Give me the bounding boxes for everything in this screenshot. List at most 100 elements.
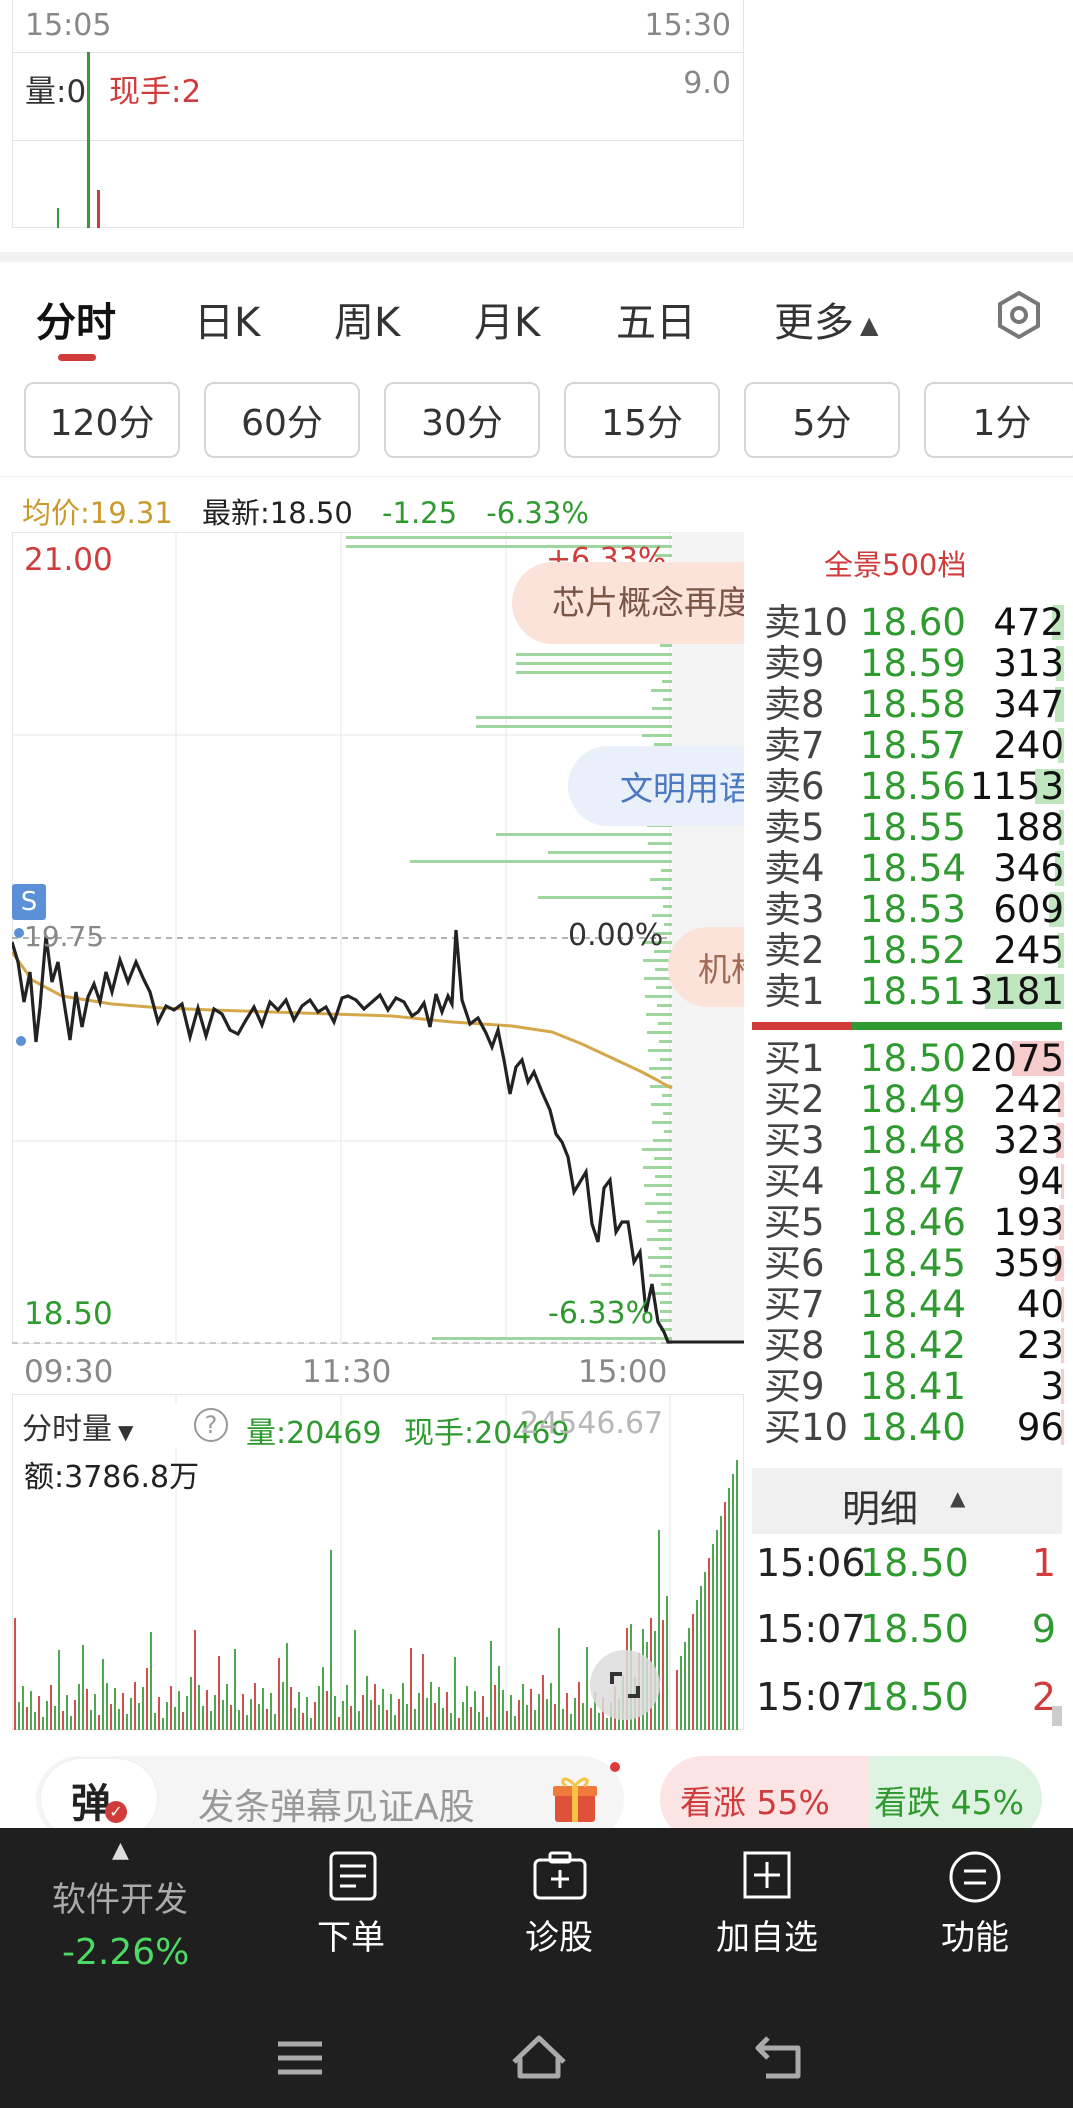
intraday-chart[interactable]: 21.00 18.50 +6.33% 0.00% -6.33% 19.75 S … [12,532,744,1344]
volume-profile-bar [659,1247,672,1250]
marker-dot [14,928,24,938]
ask-level-row[interactable]: 卖10 18.60 472 [764,602,1064,643]
bid-level-row[interactable]: 买6 18.45 359 [764,1243,1064,1284]
detail-scrollbar[interactable] [1052,1706,1062,1726]
bid-level-row[interactable]: 买8 18.42 23 [764,1325,1064,1366]
danmu-placeholder[interactable]: 发条弹幕见证A股 [198,1778,475,1830]
help-icon[interactable]: ? [194,1408,228,1442]
home-icon[interactable] [510,2032,568,2080]
sector-change: -2.26% [62,1932,190,1973]
price-change: -1.25 [382,496,458,530]
volume-bar [486,1717,488,1730]
back-icon[interactable] [754,2034,804,2080]
add-watchlist-button[interactable]: 加自选 [702,1846,832,1966]
function-label: 功能 [941,1918,1009,1958]
ask-level-row[interactable]: 卖9 18.59 313 [764,643,1064,684]
volume-profile-bar [648,1256,672,1259]
bid-level-row[interactable]: 买5 18.46 193 [764,1202,1064,1243]
bid-level-row[interactable]: 买2 18.49 242 [764,1079,1064,1120]
bid-level-row[interactable]: 买10 18.40 96 [764,1407,1064,1448]
volume-bar [66,1695,68,1730]
function-button[interactable]: 功能 [910,1846,1040,1966]
base-price-label: 19.75 [24,920,105,953]
volume-bar [98,1715,100,1730]
interval-120min[interactable]: 120分 [24,382,180,458]
tab-daily-k[interactable]: 日K [194,290,260,348]
bid-level-row[interactable]: 买4 18.47 94 [764,1161,1064,1202]
bid-level-row[interactable]: 买1 18.50 2075 [764,1038,1064,1079]
ask-level-row[interactable]: 卖2 18.52 245 [764,930,1064,971]
ask-level-row[interactable]: 卖7 18.57 240 [764,725,1064,766]
bid-level-volume: 2075 [969,1037,1064,1080]
bid-level-row[interactable]: 买9 18.41 3 [764,1366,1064,1407]
interval-5min[interactable]: 5分 [744,382,900,458]
ask-level-row[interactable]: 卖5 18.55 188 [764,807,1064,848]
order-book-title[interactable]: 全景500档 [824,542,966,584]
volume-indicator-select[interactable]: 分时量 ▼ [22,1404,190,1448]
news-bubble-institution[interactable]: 机构 [668,927,744,1007]
bid-level-volume: 40 [1016,1283,1064,1326]
volume-bar [406,1704,408,1730]
volume-bar [700,1586,702,1730]
interval-30min[interactable]: 30分 [384,382,540,458]
news-bubble-civil[interactable]: 文明用语 [568,746,744,826]
tab-weekly-k[interactable]: 周K [334,290,400,348]
volume-bar [266,1709,268,1730]
recent-apps-icon[interactable] [276,2038,324,2078]
tab-monthly-k[interactable]: 月K [474,290,540,348]
sector-name[interactable]: 软件开发 [52,1872,188,1921]
news-bubble-chip[interactable]: 芯片概念再度 [512,562,744,644]
ask-level-label: 卖1 [764,970,825,1013]
volume-indicator-label: 分时量 [22,1412,112,1447]
interval-15min[interactable]: 15分 [564,382,720,458]
ask-level-row[interactable]: 卖1 18.51 3181 [764,971,1064,1012]
detail-header[interactable]: 明细 ▲ [752,1468,1062,1534]
volume-profile-bar [642,734,672,737]
fullscreen-icon[interactable] [590,1650,660,1720]
volume-profile-bar [656,986,672,989]
gift-icon[interactable] [552,1774,598,1824]
volume-bar [50,1685,52,1730]
volume-bar [294,1708,296,1730]
ask-level-label: 卖10 [764,601,849,644]
volume-profile-bar [650,878,672,881]
volume-panel[interactable]: 分时量 ▼ ? 量:20469 现手:20469 24546.67 额:3786.… [12,1394,744,1730]
volume-bar [230,1705,232,1730]
interval-1min[interactable]: 1分 [924,382,1073,458]
ask-level-label: 卖9 [764,642,825,685]
volume-profile-bar [476,716,672,719]
bid-level-price: 18.45 [860,1242,966,1285]
top-volume-bar [97,190,100,228]
ask-level-row[interactable]: 卖6 18.56 1153 [764,766,1064,807]
volume-bar [712,1544,714,1730]
ask-level-label: 卖4 [764,847,825,890]
volume-bar [450,1713,452,1730]
volume-profile-bar [642,1148,672,1151]
ask-level-price: 18.59 [860,642,966,685]
volume-bar [342,1701,344,1730]
volume-bar [736,1460,738,1730]
tab-five-day[interactable]: 五日 [616,290,696,348]
bid-level-row[interactable]: 买3 18.48 323 [764,1120,1064,1161]
volume-bar [442,1708,444,1730]
order-button[interactable]: 下单 [286,1846,416,1966]
tab-more[interactable]: 更多 ▲ [774,290,878,348]
volume-bar [716,1530,718,1730]
interval-60min[interactable]: 60分 [204,382,360,458]
ask-level-row[interactable]: 卖8 18.58 347 [764,684,1064,725]
diagnose-button[interactable]: 诊股 [494,1846,624,1966]
bid-level-volume: 3 [1040,1365,1064,1408]
volume-bar [14,1618,16,1730]
ask-level-row[interactable]: 卖3 18.53 609 [764,889,1064,930]
tab-fenshi[interactable]: 分时 [36,290,116,348]
bid-level-label: 买8 [764,1324,825,1367]
top-time-start: 15:05 [25,8,112,43]
volume-bar [680,1656,682,1730]
settings-hexagon-icon[interactable] [994,290,1044,340]
bid-level-row[interactable]: 买7 18.44 40 [764,1284,1064,1325]
ask-level-row[interactable]: 卖4 18.54 346 [764,848,1064,889]
volume-bar [326,1691,328,1730]
bid-level-volume: 23 [1016,1324,1064,1367]
top-hand-label: 现手:2 [109,74,202,110]
event-marker-s[interactable]: S [12,884,46,920]
